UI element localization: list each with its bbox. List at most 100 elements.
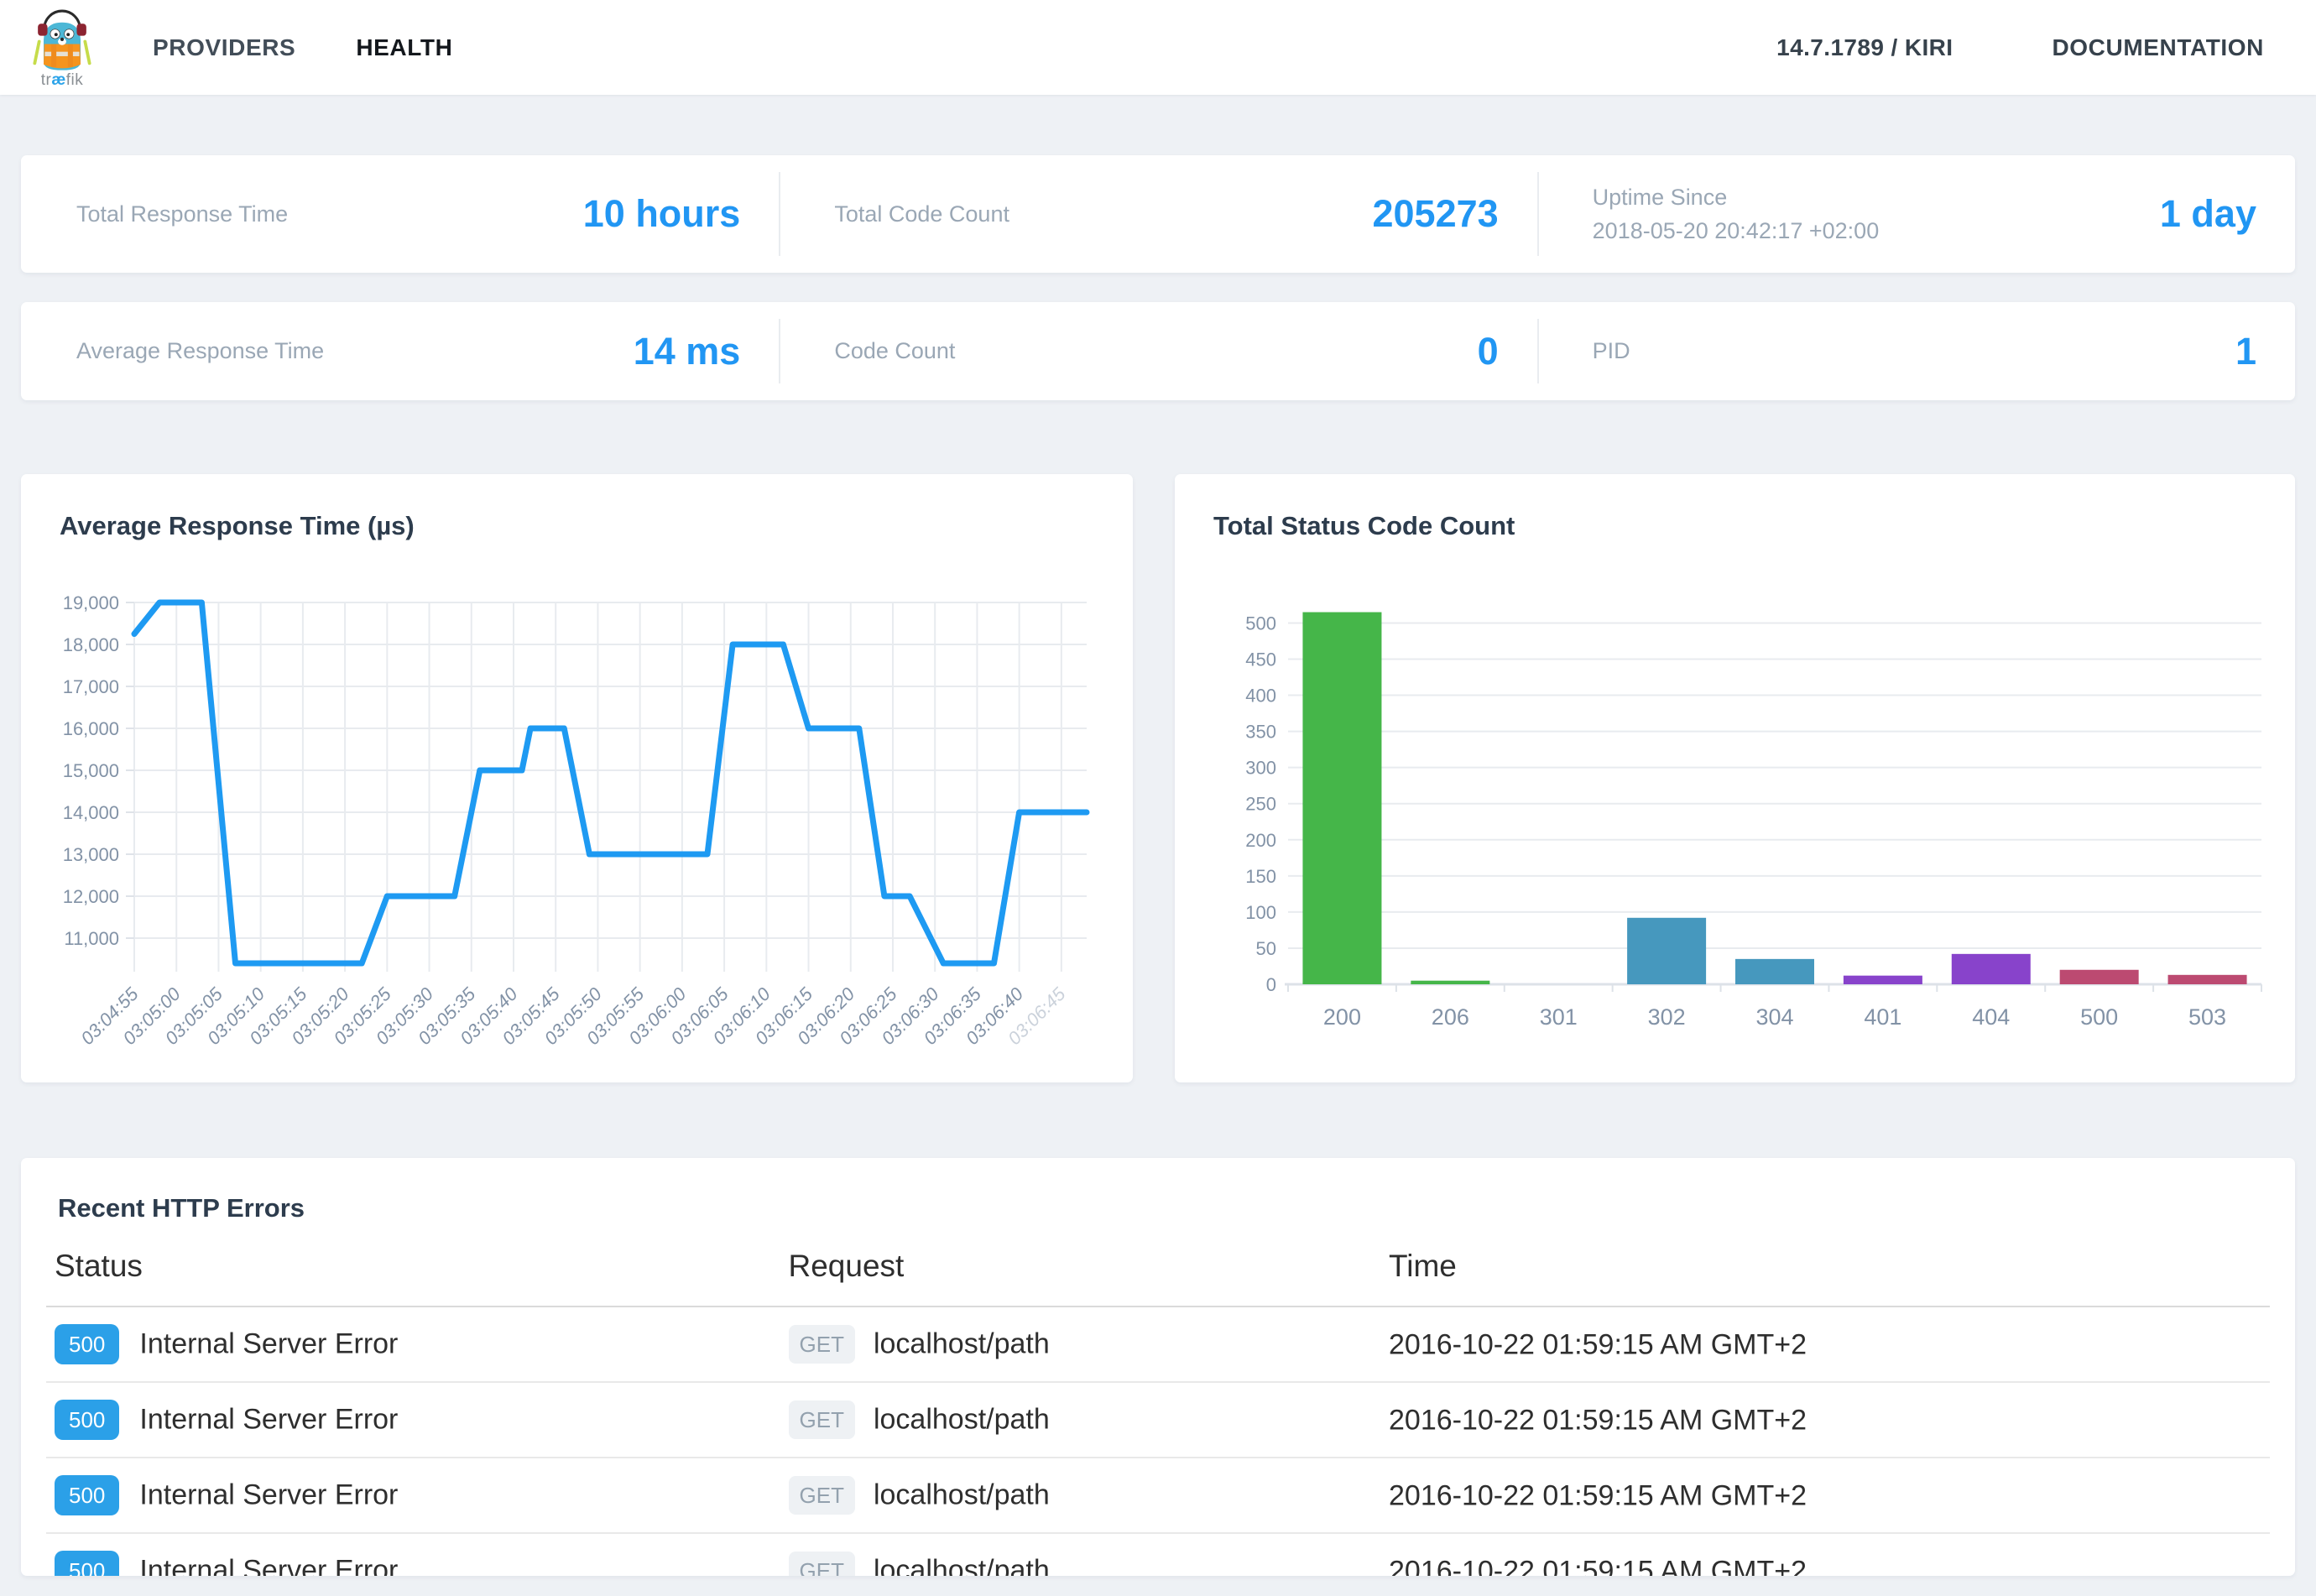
charts-row: Average Response Time (µs) 11,000 12,000 1… xyxy=(21,474,2295,1082)
svg-text:500: 500 xyxy=(1245,613,1276,634)
error-status-cell: 500 Internal Server Error xyxy=(46,1382,780,1458)
version-label: 14.7.1789 / KIRI xyxy=(1776,34,1953,61)
status-code-badge: 500 xyxy=(55,1475,119,1515)
stat-label: Total Code Count xyxy=(834,197,1009,232)
error-status-cell: 500 Internal Server Error xyxy=(46,1533,780,1576)
bar-404 xyxy=(1952,954,2031,984)
stat-value: 205273 xyxy=(1347,192,1498,236)
response-time-series xyxy=(134,602,1087,963)
stat-total-code-count: Total Code Count 205273 xyxy=(779,155,1536,273)
column-header-time: Time xyxy=(1380,1235,2270,1307)
error-table-row: 500 Internal Server Error GET localhost/pa… xyxy=(46,1533,2270,1576)
stat-label: Code Count xyxy=(834,334,955,368)
bar-200 xyxy=(1302,613,1381,984)
nav-item-documentation[interactable]: DOCUMENTATION xyxy=(2052,34,2264,61)
error-time: 2016-10-22 01:59:15 AM GMT+2 xyxy=(1389,1328,1807,1360)
svg-text:400: 400 xyxy=(1245,686,1276,707)
traefik-logo[interactable]: træfik xyxy=(23,6,101,90)
errors-table-header-row: Status Request Time xyxy=(46,1235,2270,1307)
stat-value: 1 day xyxy=(2135,192,2256,236)
svg-text:200: 200 xyxy=(1245,830,1276,851)
error-table-row: 500 Internal Server Error GETlocalhost/pa… xyxy=(46,1458,2270,1533)
uptime-date: 2018-05-20 20:42:17 +02:00 xyxy=(1593,214,1880,248)
svg-text:12,000: 12,000 xyxy=(63,886,119,907)
error-time: 2016-10-22 01:59:15 AM GMT+2 xyxy=(1389,1555,1807,1576)
error-request-cell: GETlocalhost/path xyxy=(780,1307,1381,1382)
stat-label: Average Response Time xyxy=(76,334,324,368)
status-text: Internal Server Error xyxy=(139,1404,398,1436)
app-header: træfik PROVIDERS HEALTH 14.7.1789 / KIRI… xyxy=(0,0,2316,95)
error-table-row: 500 Internal Server Error GETlocalhost/pa… xyxy=(46,1307,2270,1382)
svg-text:304: 304 xyxy=(1755,1004,1793,1030)
svg-text:302: 302 xyxy=(1648,1004,1686,1030)
stat-pid: PID 1 xyxy=(1537,302,2295,400)
http-method-badge: GET xyxy=(789,1552,855,1576)
svg-text:206: 206 xyxy=(1432,1004,1469,1030)
status-code-badge: 500 xyxy=(55,1400,119,1440)
svg-text:19,000: 19,000 xyxy=(63,592,119,613)
bar-206 xyxy=(1411,981,1489,984)
svg-text:18,000: 18,000 xyxy=(63,634,119,655)
error-request-cell: GETlocalhost/path xyxy=(780,1458,1381,1533)
stat-card-totals: Total Response Time 10 hours Total Code … xyxy=(21,155,2295,273)
stat-label: Total Response Time xyxy=(76,197,288,232)
column-header-status: Status xyxy=(46,1235,780,1307)
error-table-row: 500 Internal Server Error GET localhost/pa… xyxy=(46,1382,2270,1458)
stat-average-response-time: Average Response Time 14 ms xyxy=(21,302,779,400)
stat-label: PID xyxy=(1593,334,1630,368)
stat-value: 0 xyxy=(1453,330,1499,373)
svg-text:50: 50 xyxy=(1256,938,1276,959)
svg-text:404: 404 xyxy=(1972,1004,2010,1030)
svg-text:300: 300 xyxy=(1245,758,1276,779)
nav-item-providers[interactable]: PROVIDERS xyxy=(153,34,295,61)
http-method-badge: GET xyxy=(789,1476,855,1515)
status-code-badge: 500 xyxy=(55,1324,119,1364)
stat-card-current: Average Response Time 14 ms Code Count 0… xyxy=(21,302,2295,400)
svg-text:450: 450 xyxy=(1245,649,1276,670)
recent-http-errors-card: Recent HTTP Errors Status Request Time 5… xyxy=(21,1158,2295,1576)
response-time-line-chart: 11,00012,00013,00014,00015,00016,00017,0… xyxy=(34,582,1116,1072)
http-method-badge: GET xyxy=(789,1400,855,1439)
svg-text:16,000: 16,000 xyxy=(63,718,119,739)
svg-text:100: 100 xyxy=(1245,902,1276,923)
request-path: localhost/path xyxy=(874,1328,1050,1360)
error-status-cell: 500 Internal Server Error xyxy=(46,1458,780,1533)
status-code-badge: 500 xyxy=(55,1551,119,1576)
bar-chart-title: Total Status Code Count xyxy=(1175,474,2295,541)
column-header-request: Request xyxy=(780,1235,1381,1307)
stat-total-response-time: Total Response Time 10 hours xyxy=(21,155,779,273)
request-path: localhost/path xyxy=(874,1555,1050,1577)
svg-text:500: 500 xyxy=(2080,1004,2118,1030)
svg-text:11,000: 11,000 xyxy=(64,928,119,949)
error-time-cell: 2016-10-22 01:59:15 AM GMT+2 xyxy=(1380,1307,2270,1382)
svg-text:503: 503 xyxy=(2188,1004,2226,1030)
svg-text:13,000: 13,000 xyxy=(63,844,119,865)
error-time-cell: 2016-10-22 01:59:15 AM GMT+2 xyxy=(1380,1382,2270,1458)
bar-401 xyxy=(1844,976,1922,984)
svg-text:14,000: 14,000 xyxy=(63,802,119,823)
traefik-gopher-icon xyxy=(30,6,94,75)
bar-304 xyxy=(1735,959,1814,984)
status-code-chart-card: Total Status Code Count 0501001502002503… xyxy=(1175,474,2295,1082)
status-text: Internal Server Error xyxy=(139,1555,398,1577)
stat-uptime-since: Uptime Since 2018-05-20 20:42:17 +02:00 … xyxy=(1537,155,2295,273)
nav-item-health[interactable]: HEALTH xyxy=(356,34,452,61)
svg-text:17,000: 17,000 xyxy=(63,676,119,697)
error-time: 2016-10-22 01:59:15 AM GMT+2 xyxy=(1389,1479,1807,1511)
errors-table: Status Request Time 500 Internal Server E… xyxy=(46,1235,2270,1576)
status-code-bar-chart: 0501001502002503003504004505002002063013… xyxy=(1196,582,2282,1072)
status-text: Internal Server Error xyxy=(139,1328,398,1360)
errors-table-title: Recent HTTP Errors xyxy=(46,1158,2270,1223)
error-request-cell: GET localhost/path xyxy=(780,1382,1381,1458)
svg-text:301: 301 xyxy=(1540,1004,1578,1030)
error-time: 2016-10-22 01:59:15 AM GMT+2 xyxy=(1389,1404,1807,1436)
line-chart-title: Average Response Time (µs) xyxy=(21,474,1133,541)
svg-text:200: 200 xyxy=(1323,1004,1361,1030)
error-status-cell: 500 Internal Server Error xyxy=(46,1307,780,1382)
svg-text:350: 350 xyxy=(1245,722,1276,743)
request-path: localhost/path xyxy=(874,1404,1050,1436)
brand-wordmark: træfik xyxy=(41,71,84,90)
bar-500 xyxy=(2060,970,2139,984)
svg-text:401: 401 xyxy=(1864,1004,1901,1030)
status-text: Internal Server Error xyxy=(139,1479,398,1511)
